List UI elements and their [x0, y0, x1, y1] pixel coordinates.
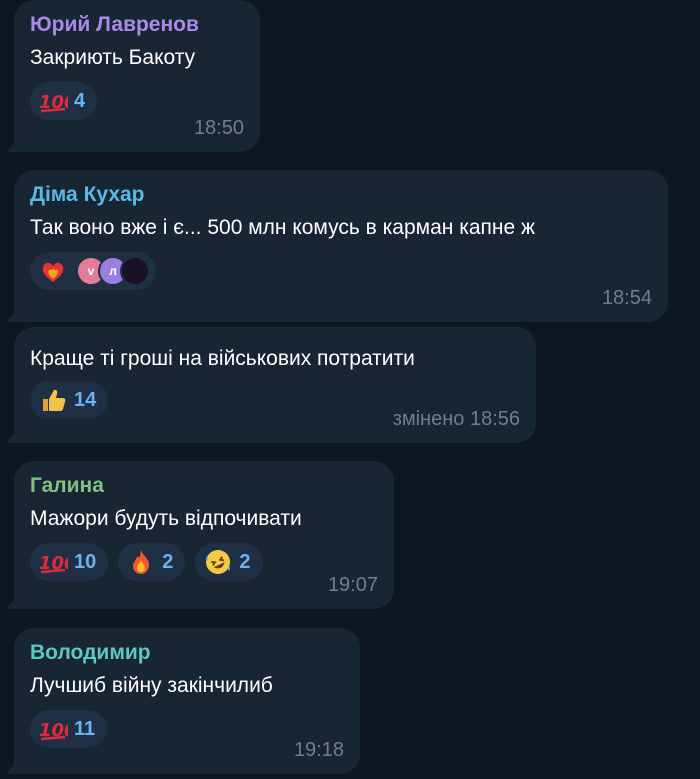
fire-icon [126, 547, 156, 577]
reaction-chip[interactable]: 2 [118, 543, 186, 581]
reactions-row: v л [30, 252, 652, 290]
message-text: Краще ті гроші на військових потратити [30, 347, 415, 370]
reaction-chip[interactable]: 100 11 [30, 710, 108, 748]
reaction-chip[interactable]: 2 [195, 543, 263, 581]
bubble-tail [6, 595, 18, 609]
edited-time: змінено 18:56 [392, 408, 520, 430]
hundred-points-icon: 100 [38, 714, 68, 744]
hundred-points-icon: 100 [38, 86, 68, 116]
message-text: Мажори будуть відпочивати [30, 507, 302, 530]
message-time: 19:07 [327, 574, 378, 596]
reaction-count: 4 [74, 89, 86, 112]
message-bubble[interactable]: Галина Мажори будуть відпочивати 100 10 … [6, 461, 394, 609]
message-author[interactable]: Юрий Лавренов [30, 12, 244, 38]
message-author[interactable]: Володимир [30, 640, 344, 666]
message-text: Закриють Бакоту [30, 46, 196, 69]
reactor-avatars: v л [76, 256, 150, 286]
reaction-count: 2 [162, 550, 174, 573]
reactions-row: 100 10 2 [30, 543, 378, 581]
bubble-tail [6, 760, 18, 774]
message-bubble[interactable]: Юрий Лавренов Закриють Бакоту 100 4 18:5… [6, 0, 260, 152]
message-text: Так воно вже і є... 500 млн комусь в кар… [30, 216, 536, 239]
reaction-count: 10 [74, 550, 97, 573]
message-time: 19:18 [293, 739, 344, 761]
message-bubble[interactable]: Володимир Лучшиб війну закінчилиб 100 11… [6, 628, 360, 774]
reaction-count: 14 [74, 388, 97, 411]
message-time: 18:50 [193, 117, 244, 139]
hundred-points-icon: 100 [38, 547, 68, 577]
bubble-tail [6, 138, 18, 152]
message-bubble[interactable]: Діма Кухар Так воно вже і є... 500 млн к… [6, 170, 668, 322]
reaction-count: 2 [239, 550, 251, 573]
message-author[interactable]: Діма Кухар [30, 182, 652, 208]
fire-heart-icon [38, 256, 68, 286]
avatar [120, 256, 150, 286]
reaction-chip[interactable]: 14 [30, 381, 109, 419]
rofl-face-icon [203, 547, 233, 577]
message-time: 18:54 [601, 287, 652, 309]
thumbs-up-icon [38, 385, 68, 415]
reaction-chip[interactable]: 100 4 [30, 82, 98, 120]
reaction-chip[interactable]: v л [30, 252, 156, 290]
reactions-row: 100 4 [30, 82, 244, 120]
bubble-tail [6, 308, 18, 322]
message-text: Лучшиб війну закінчилиб [30, 674, 273, 697]
reaction-count: 11 [74, 717, 96, 740]
message-bubble[interactable]: Краще ті гроші на військових потратити 1… [6, 327, 536, 443]
message-author[interactable]: Галина [30, 473, 378, 499]
reaction-chip[interactable]: 100 10 [30, 543, 109, 581]
bubble-tail [6, 429, 18, 443]
